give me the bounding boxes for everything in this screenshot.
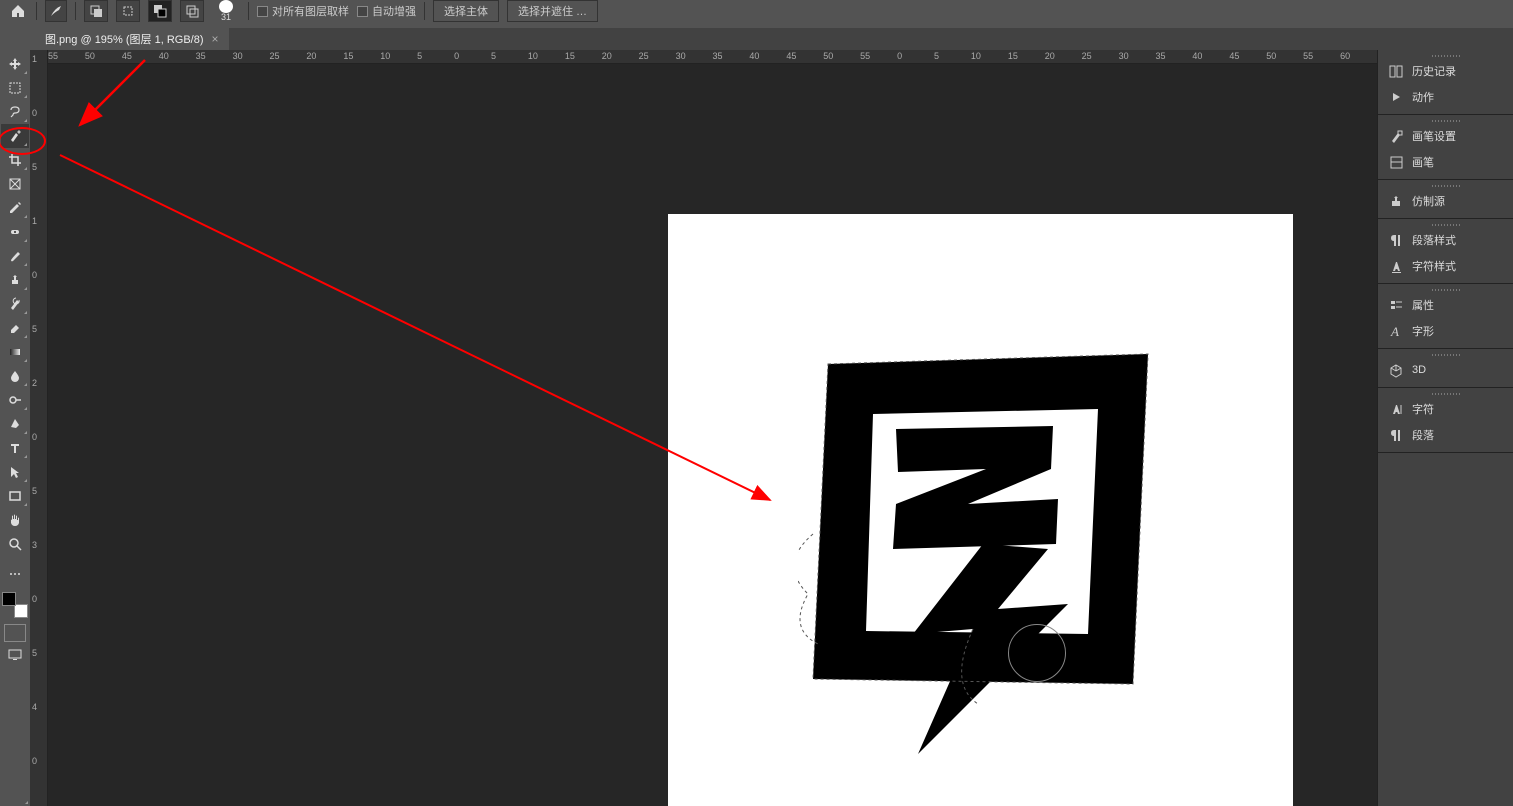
intersect-selection-icon[interactable] [180, 0, 204, 22]
screen-mode-icon[interactable] [4, 646, 26, 664]
glyphs-icon: A [1388, 323, 1404, 339]
document-tab[interactable]: 图.png @ 195% (图层 1, RGB/8) × [35, 28, 229, 50]
edit-toolbar-icon[interactable] [1, 562, 29, 586]
panel-brush-settings[interactable]: 画笔设置 [1378, 123, 1513, 149]
subtract-from-selection-icon[interactable] [148, 0, 172, 22]
zoom-tool[interactable] [1, 532, 29, 556]
select-and-mask-button[interactable]: 选择并遮住 … [507, 0, 598, 22]
panel-glyphs[interactable]: A 字形 [1378, 318, 1513, 344]
vertical-ruler: 10510520530540 [30, 50, 48, 806]
cube-icon [1388, 362, 1404, 378]
brush-size-value: 31 [221, 13, 231, 22]
home-icon[interactable] [8, 1, 28, 21]
background-color-swatch[interactable] [14, 604, 28, 618]
pen-tool[interactable] [1, 412, 29, 436]
spot-healing-brush-tool[interactable] [1, 220, 29, 244]
select-subject-button[interactable]: 选择主体 [433, 0, 499, 22]
character-styles-icon [1388, 258, 1404, 274]
panel-clone-source[interactable]: 仿制源 [1378, 188, 1513, 214]
panel-character-styles[interactable]: 字符样式 [1378, 253, 1513, 279]
clone-stamp-tool[interactable] [1, 268, 29, 292]
panel-3d[interactable]: 3D [1378, 357, 1513, 383]
character-icon [1388, 401, 1404, 417]
panel-properties[interactable]: 属性 [1378, 292, 1513, 318]
paragraph-styles-icon [1388, 232, 1404, 248]
right-panel-strip: 历史记录 动作 画笔设置 画笔 仿制源 [1377, 50, 1513, 806]
paragraph-icon [1388, 427, 1404, 443]
panel-brushes[interactable]: 画笔 [1378, 149, 1513, 175]
brush-size-preview[interactable]: 31 [212, 0, 240, 22]
auto-enhance-checkbox[interactable]: 自动增强 [357, 3, 416, 19]
clone-source-icon [1388, 193, 1404, 209]
rectangular-marquee-tool[interactable] [1, 76, 29, 100]
logo-graphic [798, 334, 1168, 764]
add-to-selection-icon[interactable] [84, 0, 108, 22]
gradient-tool[interactable] [1, 340, 29, 364]
rectangle-tool[interactable] [1, 484, 29, 508]
quick-mask-mode[interactable] [4, 624, 26, 642]
svg-text:A: A [1390, 324, 1399, 339]
new-selection-icon[interactable] [116, 0, 140, 22]
options-bar: 31 对所有图层取样 自动增强 选择主体 选择并遮住 … [0, 0, 1513, 22]
toolbox [0, 50, 30, 806]
tool-preset-icon[interactable] [45, 0, 67, 22]
foreground-color-swatch[interactable] [2, 592, 16, 606]
horizontal-ruler: 5550454035302520151050510152025303540455… [48, 50, 1377, 64]
blur-tool[interactable] [1, 364, 29, 388]
brush-cursor [1008, 624, 1066, 682]
horizontal-type-tool[interactable] [1, 436, 29, 460]
sample-all-layers-label: 对所有图层取样 [272, 3, 349, 19]
panel-actions[interactable]: 动作 [1378, 84, 1513, 110]
properties-icon [1388, 297, 1404, 313]
document-title: 图.png @ 195% (图层 1, RGB/8) [45, 31, 204, 47]
brush-tool[interactable] [1, 244, 29, 268]
canvas-area[interactable] [48, 64, 1377, 806]
artboard [668, 214, 1293, 806]
sample-all-layers-checkbox[interactable]: 对所有图层取样 [257, 3, 349, 19]
frame-tool[interactable] [1, 172, 29, 196]
dodge-tool[interactable] [1, 388, 29, 412]
brush-settings-icon [1388, 128, 1404, 144]
lasso-tool[interactable] [1, 100, 29, 124]
panel-character[interactable]: 字符 [1378, 396, 1513, 422]
panel-paragraph-styles[interactable]: 段落样式 [1378, 227, 1513, 253]
history-icon [1388, 63, 1404, 79]
color-swatches[interactable] [2, 592, 28, 618]
document-tab-bar: 图.png @ 195% (图层 1, RGB/8) × [35, 28, 1513, 50]
play-icon [1388, 89, 1404, 105]
path-selection-tool[interactable] [1, 460, 29, 484]
hand-tool[interactable] [1, 508, 29, 532]
brushes-icon [1388, 154, 1404, 170]
panel-history[interactable]: 历史记录 [1378, 58, 1513, 84]
close-tab-icon[interactable]: × [212, 32, 219, 46]
crop-tool[interactable] [1, 148, 29, 172]
panel-paragraph[interactable]: 段落 [1378, 422, 1513, 448]
eyedropper-tool[interactable] [1, 196, 29, 220]
eraser-tool[interactable] [1, 316, 29, 340]
history-brush-tool[interactable] [1, 292, 29, 316]
auto-enhance-label: 自动增强 [372, 3, 416, 19]
move-tool[interactable] [1, 52, 29, 76]
quick-selection-tool[interactable] [1, 124, 29, 148]
